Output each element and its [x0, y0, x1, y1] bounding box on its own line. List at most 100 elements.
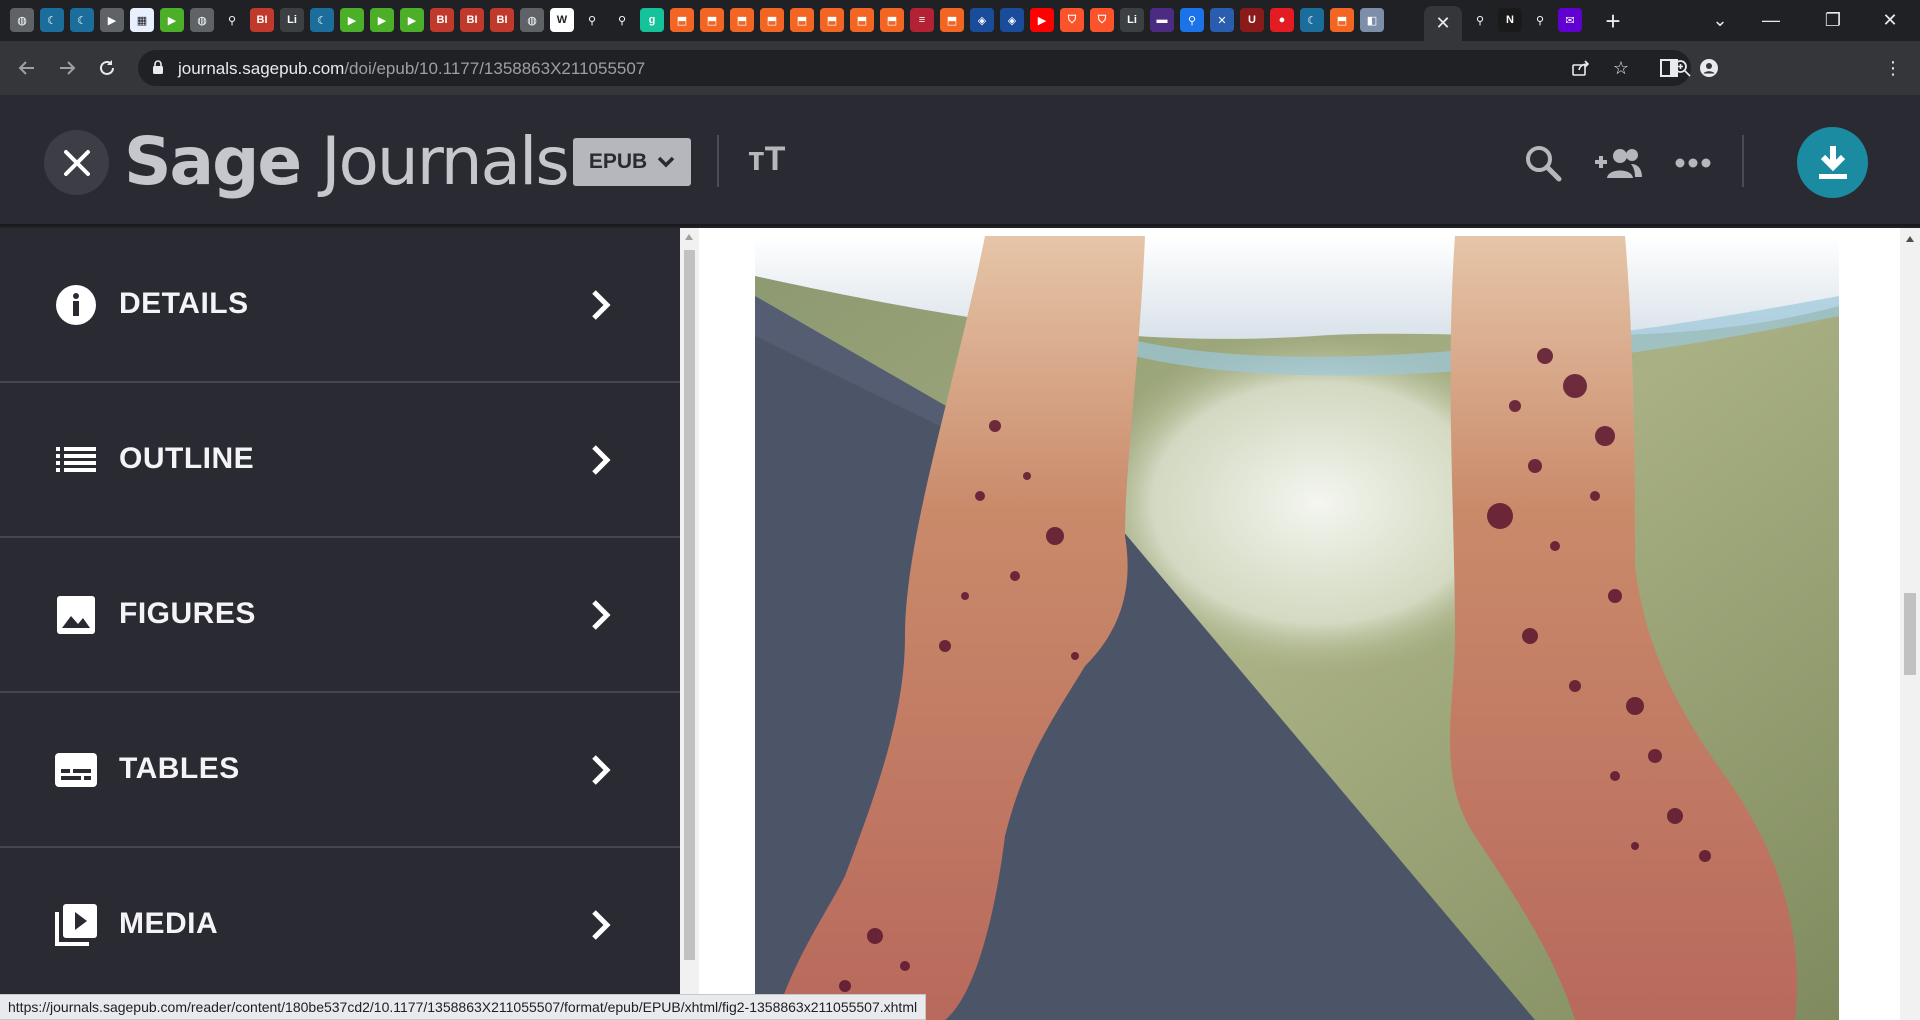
bookmark-icon[interactable]: ⬒: [850, 8, 874, 32]
add-user-button[interactable]: [1593, 138, 1643, 188]
bookmark-icon[interactable]: ⬒: [790, 8, 814, 32]
content-scroll-up-icon[interactable]: [1906, 236, 1914, 242]
play-icon[interactable]: ▶: [370, 8, 394, 32]
sage-journals-logo: Sage Journals: [124, 123, 570, 200]
media-icon: [55, 904, 97, 946]
shield-icon[interactable]: ☾: [310, 8, 334, 32]
reader-sidebar: DETAILS OUTLINE FIGURES TABLES MEDIA: [0, 228, 680, 1020]
play-icon[interactable]: ▶: [340, 8, 364, 32]
search-icon[interactable]: ⚲: [1528, 8, 1552, 32]
globe-icon[interactable]: ◍: [190, 8, 214, 32]
sidebar-item-outline[interactable]: OUTLINE: [0, 383, 680, 538]
download-button[interactable]: [1797, 127, 1868, 198]
bookmark-icon[interactable]: ⬒: [760, 8, 784, 32]
bi-icon[interactable]: BI: [430, 8, 454, 32]
more-options-button[interactable]: [1668, 138, 1718, 188]
grid-icon[interactable]: ▦: [130, 8, 154, 32]
content-scrollbar-thumb[interactable]: [1904, 593, 1916, 675]
address-bar[interactable]: journals.sagepub.com/doi/epub/10.1177/13…: [138, 50, 1691, 86]
share-icon[interactable]: [1564, 51, 1598, 85]
new-tab-button[interactable]: +: [1598, 6, 1628, 36]
minimize-button[interactable]: —: [1745, 0, 1797, 41]
close-reader-button[interactable]: [44, 130, 109, 195]
lock-icon: [153, 60, 163, 74]
bi-icon[interactable]: BI: [250, 8, 274, 32]
shield-icon[interactable]: ☾: [70, 8, 94, 32]
tab-favicons: ◍ ☾ ☾ ▶ ▦ ▶ ◍ ⚲ BI Li ☾ ▶ ▶ ▶ BI BI BI ◍ W ⚲ ⚲ g ⬒ ⬒ ⬒ ⬒ ⬒ ⬒ ⬒ ⬒ ≡ ⬒ ◈ ◈ ▶…: [10, 8, 1384, 32]
bookmark-icon[interactable]: ⬒: [1330, 8, 1354, 32]
globe-icon[interactable]: ◍: [520, 8, 544, 32]
news-icon[interactable]: N: [1498, 8, 1522, 32]
back-button[interactable]: [10, 51, 44, 85]
search-button[interactable]: [1518, 138, 1568, 188]
bookmark-star-icon[interactable]: ☆: [1604, 51, 1638, 85]
tv-icon[interactable]: ▬: [1150, 8, 1174, 32]
news-icon[interactable]: W: [550, 8, 574, 32]
mic-icon[interactable]: ●: [1270, 8, 1294, 32]
browser-menu-icon[interactable]: ⋮: [1876, 51, 1910, 85]
bookmark-icon[interactable]: ⬒: [670, 8, 694, 32]
format-dropdown[interactable]: EPUB: [573, 138, 691, 186]
tab-search-button[interactable]: ⌄: [1694, 0, 1746, 41]
g-icon[interactable]: g: [640, 8, 664, 32]
shield-icon[interactable]: ☾: [40, 8, 64, 32]
reload-button[interactable]: [90, 51, 124, 85]
globe-icon[interactable]: ◍: [10, 8, 34, 32]
maximize-button[interactable]: ❐: [1807, 0, 1859, 41]
chevron-right-icon: [592, 445, 611, 475]
active-tab-close-button[interactable]: ✕: [1424, 6, 1462, 41]
tab-favicons-after: ⚲ N ⚲ ✉: [1468, 8, 1582, 32]
content-scrollbar[interactable]: [1900, 228, 1920, 1020]
chevron-right-icon: [592, 910, 611, 940]
close-icon: [63, 149, 90, 176]
link-status-bar: https://journals.sagepub.com/reader/cont…: [0, 994, 927, 1020]
bookmark-icon[interactable]: ⬒: [820, 8, 844, 32]
uni-icon[interactable]: U: [1240, 8, 1264, 32]
bookmark-icon[interactable]: ⬒: [940, 8, 964, 32]
chevron-right-icon: [592, 290, 611, 320]
url-text: journals.sagepub.com/doi/epub/10.1177/13…: [178, 59, 645, 79]
bookmark-icon[interactable]: ⬒: [880, 8, 904, 32]
text-icon[interactable]: Li: [280, 8, 304, 32]
brave-icon[interactable]: ⛉: [1060, 8, 1084, 32]
tag-icon[interactable]: ▶: [100, 8, 124, 32]
mail-icon[interactable]: ✉: [1558, 8, 1582, 32]
sidebar-item-media[interactable]: MEDIA: [0, 848, 680, 1003]
text-icon[interactable]: Li: [1120, 8, 1144, 32]
search-icon[interactable]: ⚲: [220, 8, 244, 32]
cube-icon[interactable]: ◈: [1000, 8, 1024, 32]
search-icon[interactable]: ⚲: [1180, 8, 1204, 32]
sidebar-item-label: MEDIA: [119, 907, 219, 940]
bookmark-icon[interactable]: ⬒: [700, 8, 724, 32]
photo-icon[interactable]: ◧: [1360, 8, 1384, 32]
sidebar-item-figures[interactable]: FIGURES: [0, 538, 680, 693]
brave-icon[interactable]: ⛉: [1090, 8, 1114, 32]
article-figure-image[interactable]: [755, 236, 1839, 1020]
logo-text-sage: Sage: [124, 123, 302, 200]
forward-button[interactable]: [50, 51, 84, 85]
play-icon[interactable]: ▶: [400, 8, 424, 32]
sidebar-item-details[interactable]: DETAILS: [0, 228, 680, 383]
close-window-button[interactable]: ✕: [1864, 0, 1916, 41]
bi-icon[interactable]: BI: [490, 8, 514, 32]
sidebar-item-tables[interactable]: TABLES: [0, 693, 680, 848]
bookmark-icon[interactable]: ⬒: [730, 8, 754, 32]
info-icon: [55, 284, 97, 326]
search-icon[interactable]: ⚲: [580, 8, 604, 32]
scroll-up-arrow-icon[interactable]: [685, 234, 693, 240]
sidebar-scrollbar[interactable]: [680, 228, 699, 1020]
search-icon[interactable]: ⚲: [610, 8, 634, 32]
cube-icon[interactable]: ◈: [970, 8, 994, 32]
play-icon[interactable]: ▶: [160, 8, 184, 32]
side-panel-icon[interactable]: [1652, 51, 1686, 85]
profile-icon[interactable]: [1692, 51, 1726, 85]
sidebar-scrollbar-thumb[interactable]: [684, 250, 695, 960]
shield-icon[interactable]: ☾: [1300, 8, 1324, 32]
search-icon[interactable]: ⚲: [1468, 8, 1492, 32]
text-size-button[interactable]: тT: [748, 140, 785, 179]
flag-icon[interactable]: ≡: [910, 8, 934, 32]
shield-icon[interactable]: ✕: [1210, 8, 1234, 32]
youtube-icon[interactable]: ▶: [1030, 8, 1054, 32]
reload-icon: [100, 60, 114, 75]
bi-icon[interactable]: BI: [460, 8, 484, 32]
